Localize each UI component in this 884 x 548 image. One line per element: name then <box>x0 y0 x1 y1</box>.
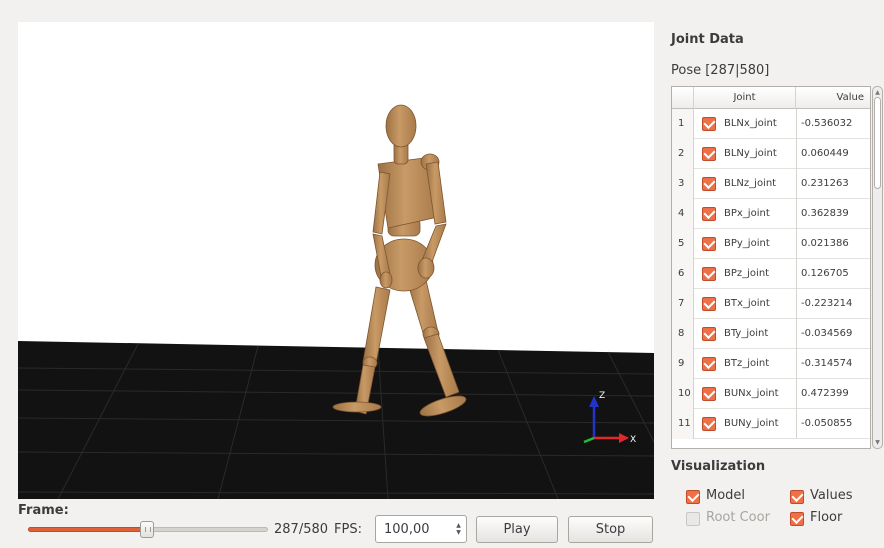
fps-spinbox[interactable]: ▲▼ <box>375 515 467 543</box>
joint-checkbox[interactable] <box>702 297 716 311</box>
table-row[interactable]: 11 BUNy_joint -0.050855 <box>672 409 870 439</box>
check-icon <box>686 490 700 504</box>
joint-name: BUNx_joint <box>724 388 779 399</box>
frame-slider[interactable] <box>28 521 268 538</box>
header-value[interactable]: Value <box>796 87 870 109</box>
check-icon <box>790 490 804 504</box>
check-icon <box>790 512 804 526</box>
joint-checkbox[interactable] <box>702 267 716 281</box>
fps-input[interactable] <box>376 516 452 542</box>
joint-checkbox[interactable] <box>702 327 716 341</box>
slider-handle[interactable] <box>139 521 154 538</box>
table-row[interactable]: 10 BUNx_joint 0.472399 <box>672 379 870 409</box>
joint-name: BTy_joint <box>724 328 769 339</box>
joint-name: BTx_joint <box>724 298 770 309</box>
joint-checkbox[interactable] <box>702 387 716 401</box>
joint-value[interactable]: -0.050855 <box>796 409 870 439</box>
joint-value[interactable]: 0.021386 <box>796 229 870 259</box>
slider-fill <box>28 527 147 532</box>
row-index: 4 <box>672 199 694 229</box>
scroll-down-icon[interactable]: ▼ <box>873 439 882 446</box>
row-index: 10 <box>672 379 694 409</box>
table-row[interactable]: 2 BLNy_joint 0.060449 <box>672 139 870 169</box>
joint-value[interactable]: -0.536032 <box>796 109 870 139</box>
stop-button[interactable]: Stop <box>568 516 653 543</box>
joint-value[interactable]: -0.314574 <box>796 349 870 379</box>
visualization-title: Visualization <box>671 459 766 474</box>
joint-checkbox[interactable] <box>702 177 716 191</box>
table-row[interactable]: 3 BLNz_joint 0.231263 <box>672 169 870 199</box>
joint-checkbox[interactable] <box>702 117 716 131</box>
row-index: 8 <box>672 319 694 349</box>
row-index: 5 <box>672 229 694 259</box>
row-index: 6 <box>672 259 694 289</box>
scroll-thumb[interactable] <box>874 97 881 189</box>
joint-checkbox[interactable] <box>702 357 716 371</box>
joint-data-title: Joint Data <box>671 32 744 47</box>
table-row[interactable]: 8 BTy_joint -0.034569 <box>672 319 870 349</box>
frame-label: Frame: <box>18 503 69 518</box>
3d-viewport[interactable]: Z X <box>18 22 654 499</box>
joint-name: BLNz_joint <box>724 178 777 189</box>
joint-name: BLNx_joint <box>724 118 777 129</box>
joint-value[interactable]: 0.472399 <box>796 379 870 409</box>
joint-value[interactable]: -0.034569 <box>796 319 870 349</box>
spin-arrows-icon[interactable]: ▲ ▼ <box>454 522 463 536</box>
row-index: 11 <box>672 409 694 439</box>
joint-name: BLNy_joint <box>724 148 777 159</box>
row-index: 3 <box>672 169 694 199</box>
row-index: 2 <box>672 139 694 169</box>
joint-checkbox[interactable] <box>702 207 716 221</box>
header-joint[interactable]: Joint <box>694 87 796 109</box>
joint-name: BPz_joint <box>724 268 770 279</box>
joint-name: BTz_joint <box>724 358 770 369</box>
table-row[interactable]: 5 BPy_joint 0.021386 <box>672 229 870 259</box>
row-index: 1 <box>672 109 694 139</box>
joint-checkbox[interactable] <box>702 417 716 431</box>
joint-checkbox[interactable] <box>702 237 716 251</box>
joint-value[interactable]: 0.126705 <box>796 259 870 289</box>
table-header: Joint Value <box>672 87 870 109</box>
frame-readout: 287/580 <box>274 522 329 537</box>
scene: Z X <box>18 104 654 499</box>
model-label: Model <box>706 488 746 503</box>
unchecked-box-icon <box>686 512 700 526</box>
table-scrollbar[interactable]: ▲ ▼ <box>872 86 883 449</box>
values-label: Values <box>810 488 853 503</box>
row-index: 9 <box>672 349 694 379</box>
table-row[interactable]: 4 BPx_joint 0.362839 <box>672 199 870 229</box>
joint-value[interactable]: -0.223214 <box>796 289 870 319</box>
play-button[interactable]: Play <box>476 516 558 543</box>
joint-name: BPx_joint <box>724 208 770 219</box>
joint-value[interactable]: 0.362839 <box>796 199 870 229</box>
table-row[interactable]: 9 BTz_joint -0.314574 <box>672 349 870 379</box>
pose-label: Pose [287|580] <box>671 63 770 78</box>
joint-value[interactable]: 0.060449 <box>796 139 870 169</box>
table-row[interactable]: 7 BTx_joint -0.223214 <box>672 289 870 319</box>
floor-label: Floor <box>810 510 843 525</box>
joint-value[interactable]: 0.231263 <box>796 169 870 199</box>
fps-label: FPS: <box>334 522 362 537</box>
joint-checkbox[interactable] <box>702 147 716 161</box>
axis-z-label: Z <box>599 391 605 401</box>
row-index: 7 <box>672 289 694 319</box>
joint-name: BPy_joint <box>724 238 770 249</box>
header-index-cell <box>672 87 694 109</box>
root-coord-label: Root Coor <box>706 510 770 525</box>
joint-name: BUNy_joint <box>724 418 779 429</box>
scroll-up-icon[interactable]: ▲ <box>873 89 882 96</box>
table-row[interactable]: 6 BPz_joint 0.126705 <box>672 259 870 289</box>
joint-table[interactable]: Joint Value 1 BLNx_joint -0.536032 2 BLNy_jo… <box>671 86 871 449</box>
axis-x-label: X <box>630 435 636 445</box>
table-row[interactable]: 1 BLNx_joint -0.536032 <box>672 109 870 139</box>
